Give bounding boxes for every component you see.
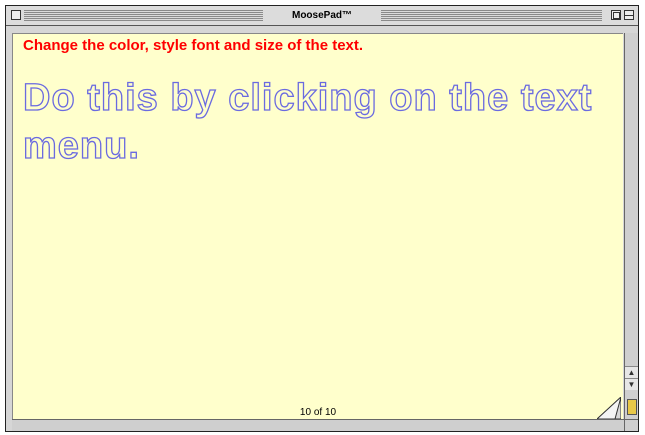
close-box-icon[interactable]: [11, 10, 21, 20]
title-bar[interactable]: MoosePad™: [6, 6, 638, 26]
title-bar-stripes-left: [24, 10, 263, 21]
instruction-text: Change the color, style font and size of…: [23, 37, 364, 54]
resize-grip-icon[interactable]: [624, 419, 638, 431]
zoom-box-icon[interactable]: [611, 10, 621, 20]
vertical-scrollbar[interactable]: ▲ ▼: [624, 33, 638, 419]
note-page[interactable]: Change the color, style font and size of…: [12, 33, 623, 419]
moosepad-window: MoosePad™ Change the color, style font a…: [5, 5, 639, 432]
collapse-box-icon[interactable]: [624, 10, 634, 20]
page-curl-icon[interactable]: [597, 397, 621, 419]
page-indicator: 10 of 10: [299, 407, 337, 418]
scroll-down-arrow-icon[interactable]: ▼: [625, 378, 638, 390]
horizontal-bar: [12, 419, 624, 431]
note-body-text[interactable]: Do this by clicking on the text menu.: [22, 74, 603, 170]
window-title: MoosePad™: [283, 7, 361, 24]
lock-icon[interactable]: [627, 399, 637, 415]
title-bar-stripes-right: [381, 10, 602, 21]
scroll-up-arrow-icon[interactable]: ▲: [625, 366, 638, 378]
